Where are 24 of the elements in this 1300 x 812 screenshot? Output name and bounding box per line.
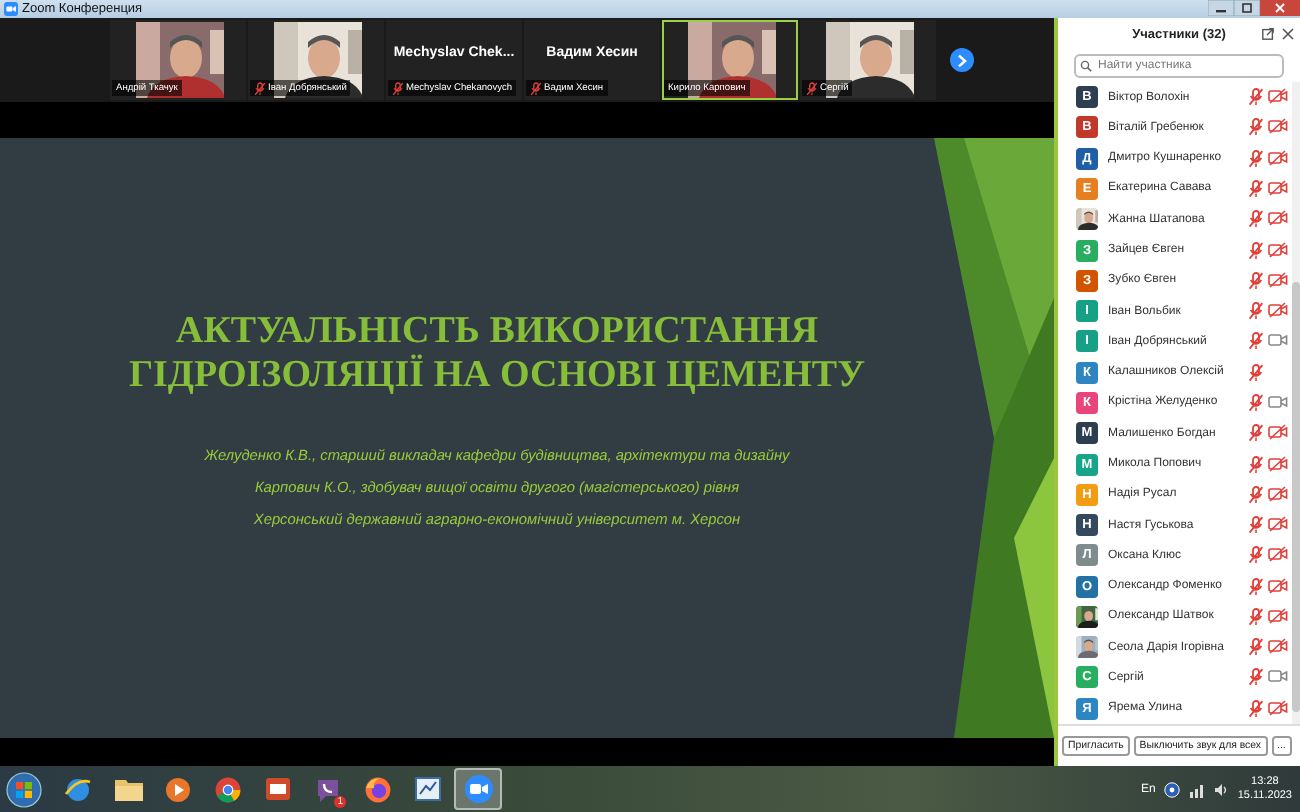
search-icon [1080,60,1092,72]
speaker-icon[interactable] [1213,781,1230,797]
pop-out-icon[interactable] [1262,28,1274,40]
presentation-icon[interactable] [264,776,292,802]
next-page-button[interactable] [950,48,974,72]
chrome-icon[interactable] [214,775,242,803]
slide-title: АКТУАЛЬНІСТЬ ВИКОРИСТАННЯ ГІДРОІЗОЛЯЦІЇ НА ОСНОВІ ЦЕМЕНТУ [126,310,868,398]
whiteboard-icon[interactable] [414,776,442,802]
minimize-icon[interactable] [1208,0,1234,16]
scrollbar[interactable] [1292,82,1300,724]
maximize-icon[interactable] [1234,0,1260,16]
help-icon[interactable] [1163,781,1180,797]
close-icon[interactable] [1260,0,1300,16]
folder-icon[interactable] [113,776,143,802]
network-icon[interactable] [1187,781,1206,797]
close-icon[interactable] [1282,28,1294,40]
chevron-right-icon [956,53,968,67]
zoom-logo-icon [4,2,18,16]
video-camera-icon[interactable] [463,774,493,804]
firefox-icon[interactable] [364,775,392,803]
globe-icon[interactable] [64,775,92,803]
start-button-icon[interactable] [6,771,42,807]
phone-bubble-icon[interactable] [314,775,342,803]
play-icon[interactable] [164,775,192,803]
